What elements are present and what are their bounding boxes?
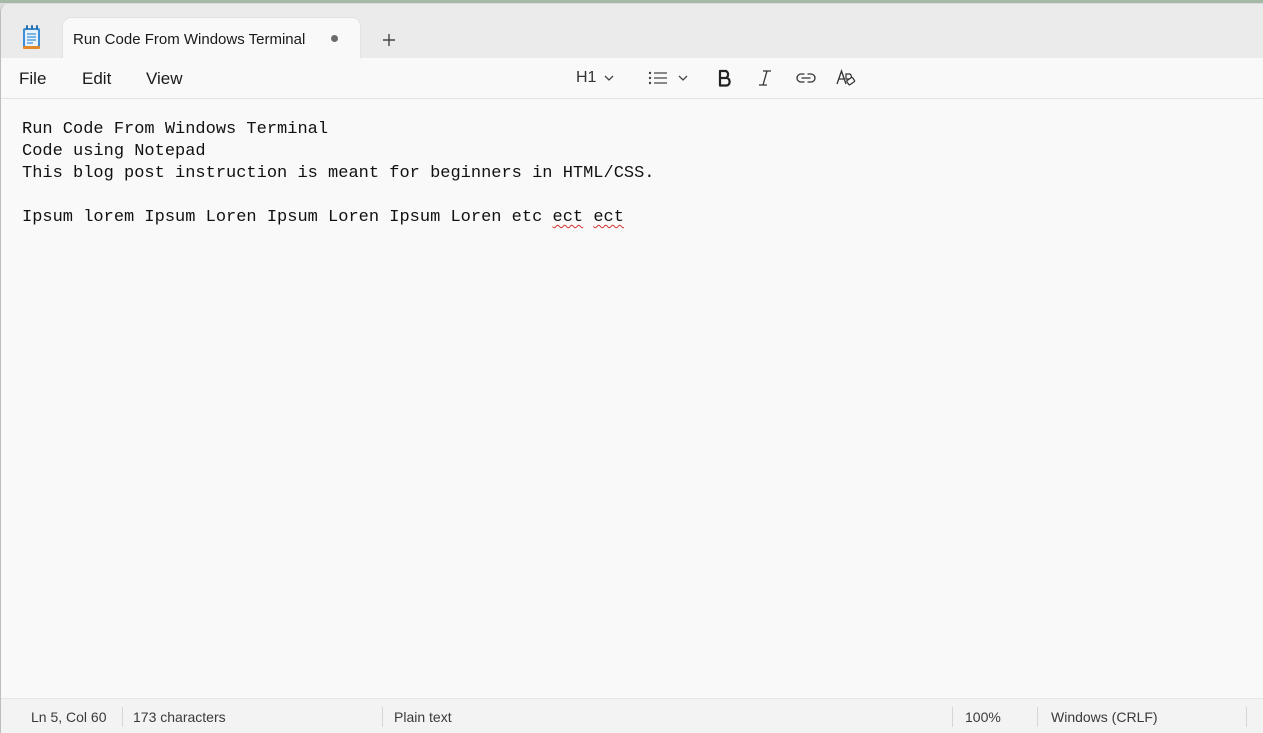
menu-file[interactable]: File [19, 69, 46, 89]
clear-formatting-icon [836, 69, 856, 86]
line-ending[interactable]: Windows (CRLF) [1051, 709, 1158, 725]
heading-level: H1 [576, 69, 597, 86]
zoom-level[interactable]: 100% [965, 709, 1001, 725]
status-divider [1037, 707, 1038, 727]
bold-icon [718, 69, 731, 87]
tab-bar: Run Code From Windows Terminal [1, 4, 1263, 58]
editor-line-text: Ipsum lorem Ipsum Loren Ipsum Loren Ipsu… [22, 208, 553, 227]
misspelled-word[interactable]: ect [593, 208, 624, 227]
status-divider [382, 707, 383, 727]
tab-document[interactable]: Run Code From Windows Terminal [63, 18, 360, 58]
unsaved-dot-icon[interactable] [331, 35, 338, 42]
heading-dropdown[interactable]: H1 [576, 66, 614, 90]
menu-bar: File Edit View H1 [1, 58, 1263, 99]
status-divider [1246, 707, 1247, 727]
status-bar: Ln 5, Col 60 173 characters Plain text 1… [1, 698, 1263, 733]
cursor-position: Ln 5, Col 60 [31, 709, 107, 725]
menu-edit[interactable]: Edit [82, 69, 111, 89]
list-dropdown[interactable] [648, 66, 688, 90]
character-count: 173 characters [133, 709, 226, 725]
bold-button[interactable] [717, 66, 733, 90]
text-editor[interactable]: Run Code From Windows Terminal Code usin… [22, 119, 655, 229]
notepad-icon [21, 24, 43, 50]
editor-line-last: Ipsum lorem Ipsum Loren Ipsum Loren Ipsu… [22, 207, 655, 229]
editor-line: Run Code From Windows Terminal [22, 120, 329, 139]
notepad-window: Run Code From Windows Terminal File Edit… [0, 4, 1263, 733]
status-divider [122, 707, 123, 727]
list-icon [648, 71, 667, 85]
plus-icon[interactable] [379, 30, 399, 50]
clear-formatting-button[interactable] [836, 66, 856, 90]
italic-icon [759, 70, 771, 86]
file-format: Plain text [394, 709, 452, 725]
chevron-down-icon [604, 75, 614, 81]
link-icon [796, 73, 816, 83]
editor-line: This blog post instruction is meant for … [22, 164, 655, 183]
chevron-down-icon [678, 75, 688, 81]
editor-line: Code using Notepad [22, 142, 206, 161]
menu-view[interactable]: View [146, 69, 183, 89]
status-divider [952, 707, 953, 727]
italic-button[interactable] [757, 66, 773, 90]
tab-title: Run Code From Windows Terminal [73, 31, 306, 48]
link-button[interactable] [795, 66, 817, 90]
misspelled-word[interactable]: ect [553, 208, 584, 227]
window-top-edge [0, 0, 1263, 3]
